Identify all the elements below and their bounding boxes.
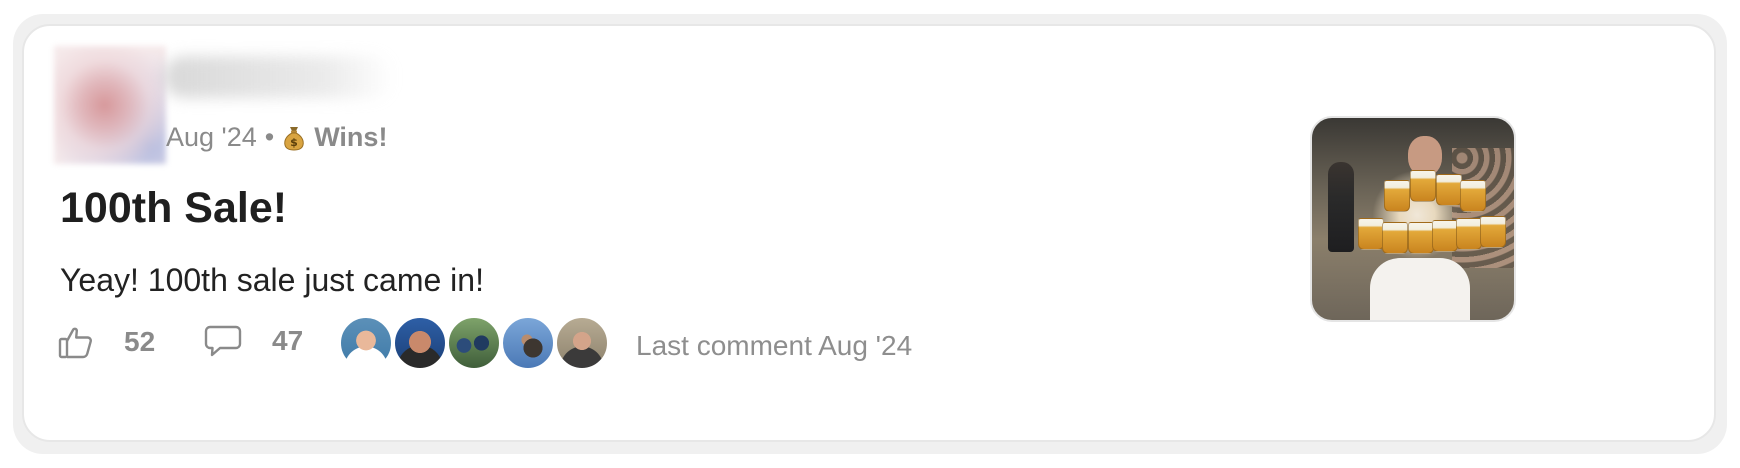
participant-avatar-3[interactable] xyxy=(447,316,501,370)
participant-avatar-5[interactable] xyxy=(555,316,609,370)
meta-separator: • xyxy=(264,122,275,152)
participant-avatar-1[interactable] xyxy=(339,316,393,370)
participant-avatar-2[interactable] xyxy=(393,316,447,370)
post-meta: Aug '24 • $ Wins! xyxy=(166,122,387,153)
comment-button[interactable]: 47 xyxy=(204,324,303,358)
comment-count: 47 xyxy=(272,325,304,356)
comment-bubble-icon xyxy=(204,324,242,358)
beer-mug xyxy=(1436,174,1462,206)
beer-mug xyxy=(1456,218,1482,250)
post-thumbnail-image[interactable] xyxy=(1310,116,1516,322)
svg-text:$: $ xyxy=(290,136,298,149)
post-category-link[interactable]: Wins! xyxy=(314,122,387,153)
post-date: Aug '24 xyxy=(166,122,257,152)
beer-mug xyxy=(1358,218,1384,250)
beer-mug xyxy=(1384,180,1410,212)
beer-mug xyxy=(1432,220,1458,252)
beer-mug xyxy=(1410,170,1436,202)
post-footer: 52 47 Last comment Aug '24 xyxy=(24,316,1024,376)
thumbnail-waiter-shirt xyxy=(1370,258,1470,320)
post-excerpt: Yeay! 100th sale just came in! xyxy=(60,262,484,298)
participant-avatar-4[interactable] xyxy=(501,316,555,370)
author-name-blurred[interactable] xyxy=(164,56,394,98)
post-card[interactable]: Aug '24 • $ Wins! 100th Sale! Yeay! 100t… xyxy=(22,24,1716,442)
author-avatar[interactable] xyxy=(54,46,166,164)
participant-avatars xyxy=(339,316,609,370)
beer-mug xyxy=(1460,180,1486,212)
post-title[interactable]: 100th Sale! xyxy=(60,184,287,233)
money-bag-icon: $ xyxy=(282,125,306,151)
like-count: 52 xyxy=(124,326,156,357)
last-comment-date[interactable]: Last comment Aug '24 xyxy=(636,330,912,362)
thumbs-up-icon xyxy=(58,324,94,360)
beer-mug xyxy=(1382,222,1408,254)
like-button[interactable]: 52 xyxy=(58,324,155,360)
beer-mug xyxy=(1408,222,1434,254)
beer-mug xyxy=(1480,216,1506,248)
thumbnail-background-person xyxy=(1328,162,1354,252)
